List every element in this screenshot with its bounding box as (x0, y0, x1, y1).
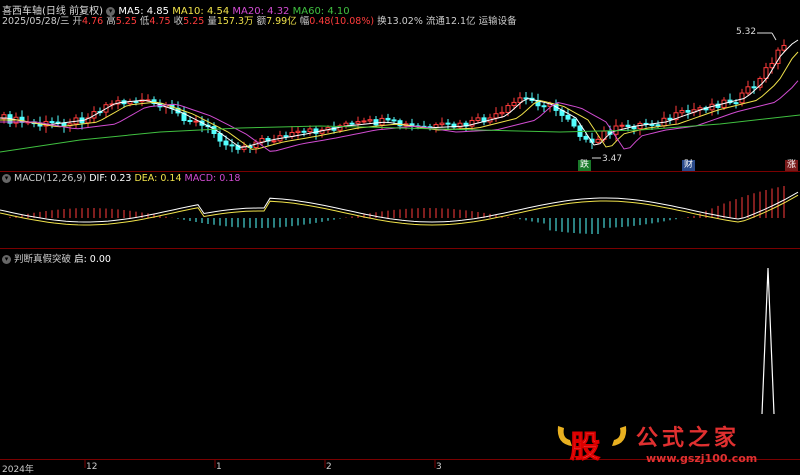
candle-body (493, 113, 499, 119)
watermark-logo-char: 股 (570, 430, 601, 466)
candle-body (511, 101, 517, 107)
indicator-value: 启: 0.00 (74, 254, 111, 265)
candle-body (439, 122, 445, 126)
candle-body (505, 105, 511, 113)
candle-body (49, 121, 55, 124)
candle-body (571, 118, 577, 127)
candle-body (655, 124, 661, 127)
candle-body (781, 44, 787, 51)
signal-spike (761, 267, 775, 415)
xaxis-label: 1 (216, 462, 222, 472)
indicator-title[interactable]: 判断真假突破 (14, 254, 71, 265)
macd-dif: DIF: 0.23 (89, 173, 132, 184)
indicator-header: ▾ 判断真假突破 启: 0.00 (2, 251, 111, 265)
candle-body (187, 120, 193, 123)
candle-body (595, 138, 601, 143)
candle-body (583, 135, 589, 140)
candle-body (217, 132, 223, 142)
macd-value: MACD: 0.18 (184, 173, 241, 184)
macd-settings-icon[interactable]: ▾ (2, 174, 11, 183)
candle-body (259, 138, 265, 143)
candle-body (685, 110, 691, 113)
candle-body (751, 86, 757, 89)
indicator-settings-icon[interactable]: ▾ (2, 255, 11, 264)
macd-header: ▾ MACD(12,26,9) DIF: 0.23 DEA: 0.14 MACD… (2, 173, 240, 184)
candle-body (667, 117, 673, 121)
high-price-label: 5.32 (736, 27, 757, 37)
candle-body (301, 130, 307, 133)
candle-body (283, 135, 289, 138)
candle-body (271, 140, 277, 143)
candle-body (739, 92, 745, 104)
candle-body (499, 111, 505, 115)
xaxis-label: 2024年 (2, 465, 34, 475)
rise-tag[interactable]: 涨 (785, 160, 799, 171)
candle-body (193, 120, 199, 123)
kline-chart[interactable] (0, 0, 800, 475)
candle-body (385, 117, 391, 121)
xaxis-label: 2 (326, 462, 332, 472)
xaxis-label: 12 (86, 462, 98, 472)
watermark-name: 公式之家 (636, 426, 741, 451)
candle-body (229, 144, 235, 147)
dea-line (0, 194, 799, 226)
xaxis-label: 3 (436, 462, 442, 472)
candle-body (61, 122, 67, 127)
candle-body (391, 119, 397, 122)
candle-body (307, 128, 313, 133)
candle-body (565, 114, 571, 120)
candle-body (373, 119, 379, 126)
candle-body (349, 122, 355, 125)
dif-line (0, 191, 799, 223)
candle-body (445, 122, 451, 125)
candle-body (625, 124, 631, 127)
macd-dea: DEA: 0.14 (134, 173, 182, 184)
finance-tag[interactable]: 财 (682, 160, 696, 171)
candle-body (541, 105, 547, 108)
candle-body (367, 119, 373, 122)
candle-body (679, 110, 685, 114)
candle-body (745, 86, 751, 94)
candle-body (619, 124, 625, 127)
candle-body (649, 123, 655, 126)
drop-tag[interactable]: 跌 (578, 160, 592, 171)
candle-body (733, 102, 739, 105)
candle-body (355, 121, 361, 124)
candle-body (295, 130, 301, 134)
low-price-label: 3.47 (602, 154, 623, 164)
watermark-logo: 股 (554, 420, 630, 466)
candle-body (475, 117, 481, 121)
candle-body (223, 140, 229, 146)
candle-body (361, 120, 367, 123)
ma5-line (0, 39, 799, 148)
macd-title[interactable]: MACD(12,26,9) (14, 173, 86, 184)
candle-body (379, 117, 385, 126)
high-marker-line (771, 32, 777, 41)
watermark-url: www.gszj100.com (646, 452, 758, 465)
